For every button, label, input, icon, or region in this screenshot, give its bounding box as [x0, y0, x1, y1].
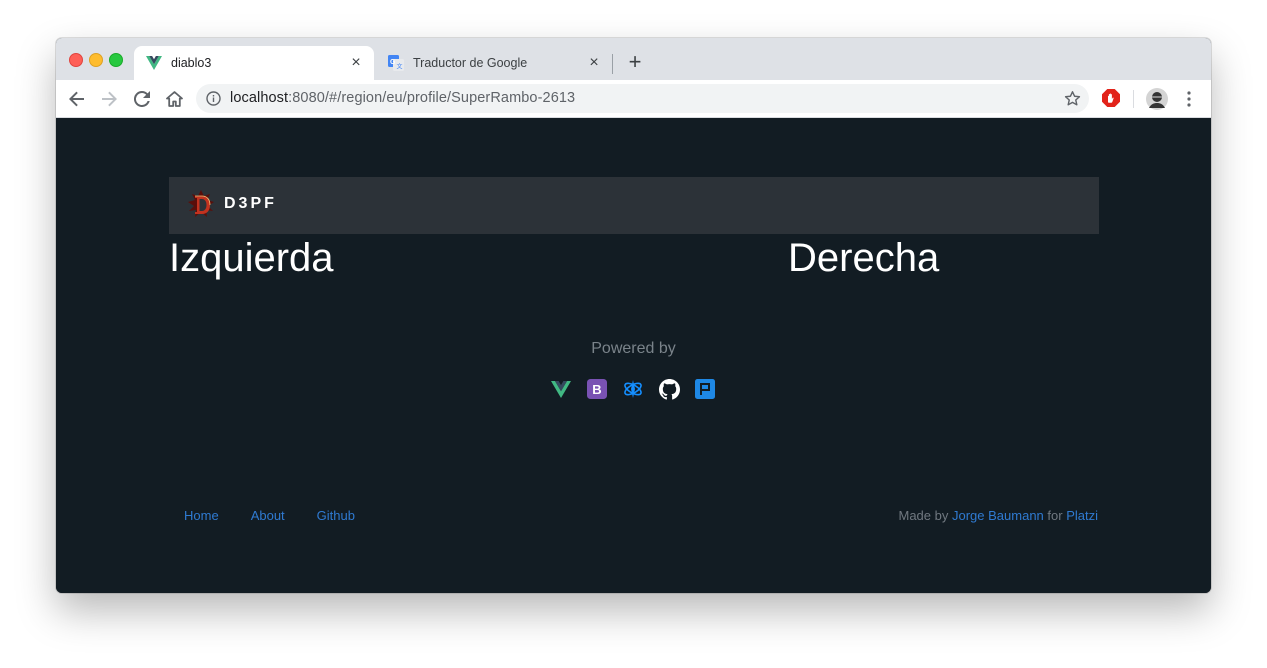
- for-text: for: [1047, 508, 1063, 523]
- tab-strip: diablo3 × G文 Traductor de Google × +: [56, 38, 1211, 80]
- vue-icon[interactable]: [550, 378, 572, 400]
- forward-icon[interactable]: [99, 89, 119, 109]
- github-icon[interactable]: [658, 378, 680, 400]
- made-by-text: Made by: [898, 508, 949, 523]
- platzi-icon[interactable]: [694, 378, 716, 400]
- minimize-window-button[interactable]: [89, 53, 103, 67]
- browser-window: diablo3 × G文 Traductor de Google × + loc…: [56, 38, 1211, 593]
- author-link[interactable]: Jorge Baumann: [952, 508, 1044, 523]
- close-tab-icon[interactable]: ×: [348, 55, 364, 71]
- close-tab-icon[interactable]: ×: [586, 55, 602, 71]
- url-path: :8080/#/region/eu/profile/SuperRambo-261…: [288, 90, 576, 106]
- avatar[interactable]: [1146, 88, 1168, 115]
- google-translate-icon: G文: [388, 55, 404, 71]
- footer-credits: Made by Jorge Baumann for Platzi: [899, 508, 1099, 523]
- footer-link-github[interactable]: Github: [317, 508, 355, 523]
- vue-icon: [146, 55, 162, 71]
- back-icon[interactable]: [67, 89, 87, 109]
- app-navbar: D3PF: [169, 177, 1099, 234]
- reload-icon[interactable]: [132, 89, 152, 109]
- tab-separator: [612, 54, 613, 74]
- tab-diablo3[interactable]: diablo3 ×: [134, 46, 374, 80]
- brand-name[interactable]: D3PF: [224, 195, 277, 213]
- toolbar-separator: [1133, 90, 1134, 108]
- adblock-extension-icon[interactable]: [1102, 89, 1120, 112]
- url-text: localhost:8080/#/region/eu/profile/Super…: [230, 90, 575, 106]
- footer-nav: Home About Github: [184, 508, 355, 523]
- powered-by-label: Powered by: [591, 340, 676, 357]
- browser-toolbar: localhost:8080/#/region/eu/profile/Super…: [56, 80, 1211, 118]
- tab-title: diablo3: [171, 56, 212, 70]
- tab-traductor[interactable]: G文 Traductor de Google ×: [376, 46, 612, 80]
- footer-link-home[interactable]: Home: [184, 508, 219, 523]
- svg-text:B: B: [592, 382, 601, 397]
- menu-kebab-icon[interactable]: [1183, 90, 1195, 113]
- home-icon[interactable]: [164, 89, 184, 109]
- tab-title: Traductor de Google: [413, 56, 528, 70]
- left-column-heading: Izquierda: [169, 236, 334, 280]
- footer-link-about[interactable]: About: [251, 508, 285, 523]
- address-bar[interactable]: localhost:8080/#/region/eu/profile/Super…: [196, 84, 1089, 113]
- bookmark-star-icon[interactable]: [1064, 90, 1081, 107]
- tech-icons: B: [550, 378, 716, 400]
- info-icon[interactable]: [206, 91, 221, 106]
- bootstrap-icon[interactable]: B: [586, 378, 608, 400]
- maximize-window-button[interactable]: [109, 53, 123, 67]
- platzi-link[interactable]: Platzi: [1066, 508, 1098, 523]
- diablo-logo-icon[interactable]: [185, 189, 217, 221]
- battlenet-icon[interactable]: [622, 378, 644, 400]
- new-tab-icon[interactable]: +: [624, 51, 646, 73]
- url-host: localhost: [230, 90, 289, 106]
- svg-text:文: 文: [397, 63, 403, 71]
- svg-text:G: G: [390, 59, 396, 66]
- right-column-heading: Derecha: [788, 236, 940, 280]
- close-window-button[interactable]: [69, 53, 83, 67]
- page-content: D3PF Izquierda Derecha Powered by B Home: [56, 118, 1211, 593]
